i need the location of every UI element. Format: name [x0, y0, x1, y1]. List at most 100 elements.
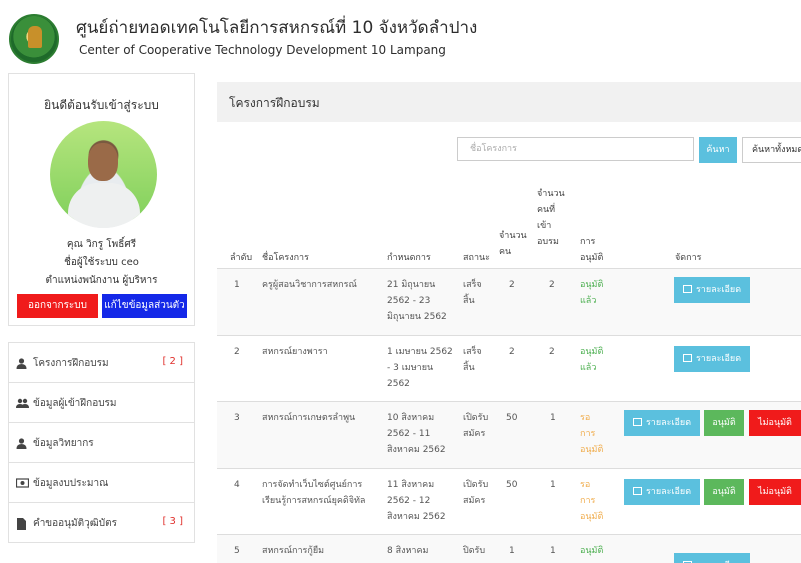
edit-icon — [632, 418, 642, 426]
cell-quota: 50 — [506, 480, 518, 490]
detail-button-label: รายละเอียด — [645, 487, 692, 497]
page-title: โครงการฝึกอบรม — [229, 96, 320, 110]
header-approval: การ อนุมัติ — [580, 237, 604, 263]
cell-no: 1 — [234, 280, 240, 290]
cell-attended: 1 — [550, 546, 556, 556]
edit-icon — [682, 354, 692, 362]
sidebar-item-label: ข้อมูลผู้เข้าฝึกอบรม — [33, 398, 117, 409]
cell-quota: 2 — [509, 347, 515, 357]
user-icon — [16, 358, 29, 369]
header-manage: จัดการ — [675, 253, 702, 263]
cell-status: เสร็จ สิ้น — [463, 347, 482, 373]
header-name: ชื่อโครงการ — [262, 253, 309, 263]
table-row: 1 ครูผู้สอนวิชาการสหกรณ์ 21 มิถุนายน 256… — [217, 268, 801, 335]
cell-quota: 2 — [509, 280, 515, 290]
user-role: ตำแหน่งพนักงาน ผู้บริหาร — [45, 275, 158, 286]
cell-name: สหกรณ์การเกษตรลำพูน — [262, 413, 356, 423]
header-no: ลำดับ — [230, 253, 253, 263]
cell-attended: 2 — [549, 347, 555, 357]
cell-quota: 50 — [506, 413, 518, 423]
user-icon — [16, 438, 29, 449]
sidebar-item-badge: [ 3 ] — [162, 516, 183, 527]
table-row: 2 สหกรณ์ยางพารา 1 เมษายน 2562 - 3 เมษายน… — [217, 335, 801, 401]
cell-approval: รอ การ อนุมัติ — [580, 480, 604, 522]
approve-button[interactable]: อนุมัติ — [704, 410, 744, 436]
cell-no: 5 — [234, 546, 240, 556]
detail-button[interactable]: รายละเอียด — [674, 277, 750, 303]
cell-name: สหกรณ์ยางพารา — [262, 347, 328, 357]
user-name: คุณ วิกรู โพธิ์ศรี — [66, 239, 137, 250]
money-icon — [15, 478, 30, 489]
welcome-panel: ยินดีต้อนรับเข้าสู่ระบบ คุณ วิกรู โพธิ์ศ… — [8, 73, 195, 326]
show-all-button[interactable]: ค้นหาทั้งหมด — [742, 137, 801, 163]
detail-button-label: รายละเอียด — [645, 418, 692, 428]
cell-attended: 1 — [550, 480, 556, 490]
avatar — [50, 121, 157, 228]
cell-no: 3 — [234, 413, 240, 423]
file-icon — [16, 518, 29, 530]
cell-quota: 1 — [509, 546, 515, 556]
cell-status: ปิดรับ — [463, 546, 486, 556]
cell-no: 2 — [234, 347, 240, 357]
edit-profile-button[interactable]: แก้ไขข้อมูลส่วนตัว — [102, 294, 187, 318]
cell-name: การจัดทำเว็บไซต์ศูนย์การ เรียนรู้การสหกร… — [262, 480, 366, 506]
detail-button-label: รายละเอียด — [695, 285, 742, 295]
table-header: ลำดับ ชื่อโครงการ กำหนดการ สถานะ จำนวน ค… — [217, 180, 801, 277]
edit-icon — [632, 487, 642, 495]
detail-button[interactable]: รายละเอียด — [674, 346, 750, 372]
sidebar-item-budget[interactable]: ข้อมูลงบประมาณ — [8, 462, 195, 503]
site-title: ศูนย์ถ่ายทอดเทคโนโลยีการสหกรณ์ที่ 10 จัง… — [76, 18, 478, 38]
cell-approval: รอ การ อนุมัติ — [580, 413, 604, 455]
header-schedule: กำหนดการ — [387, 253, 431, 263]
site-subtitle: Center of Cooperative Technology Develop… — [79, 43, 446, 57]
cell-status: เปิดรับ สมัคร — [463, 413, 489, 439]
sidebar-item-label: โครงการฝึกอบรม — [33, 358, 109, 369]
table-row: 3 สหกรณ์การเกษตรลำพูน 10 สิงหาคม 2562 - … — [217, 401, 801, 468]
sidebar-item-label: ข้อมูลงบประมาณ — [33, 478, 109, 489]
cell-attended: 1 — [550, 413, 556, 423]
header-quota: จำนวน คน — [499, 231, 527, 257]
reject-button[interactable]: ไม่อนุมัติ — [749, 479, 801, 505]
cell-schedule: 11 สิงหาคม 2562 - 12 สิงหาคม 2562 — [387, 480, 446, 522]
detail-button[interactable]: รายละเอียด — [624, 479, 700, 505]
sidebar-item-label: คำขออนุมัติวุฒิบัตร — [33, 518, 117, 529]
table-row: 5 สหกรณ์การกู้ยืม 8 สิงหาคม ปิดรับ 1 1 อ… — [217, 534, 801, 563]
sidebar-menu: โครงการฝึกอบรม [ 2 ] ข้อมูลผู้เข้าฝึกอบร… — [8, 342, 195, 543]
user-login: ชื่อผู้ใช้ระบบ ceo — [64, 257, 139, 268]
cell-name: สหกรณ์การกู้ยืม — [262, 546, 325, 556]
cell-schedule: 10 สิงหาคม 2562 - 11 สิงหาคม 2562 — [387, 413, 446, 455]
search-input[interactable] — [457, 137, 694, 161]
header-attended: จำนวน คนที่ เข้า อบรม — [537, 189, 565, 247]
detail-button[interactable]: รายละเอียด — [624, 410, 700, 436]
cell-schedule: 21 มิถุนายน 2562 - 23 มิถุนายน 2562 — [387, 280, 447, 322]
sidebar-item-training-projects[interactable]: โครงการฝึกอบรม [ 2 ] — [8, 342, 195, 383]
users-icon — [16, 398, 29, 409]
page-header: โครงการฝึกอบรม — [217, 82, 801, 122]
welcome-title: ยินดีต้อนรับเข้าสู่ระบบ — [44, 98, 159, 112]
sidebar-item-certificates[interactable]: คำขออนุมัติวุฒิบัตร [ 3 ] — [8, 502, 195, 543]
cell-attended: 2 — [549, 280, 555, 290]
sidebar-item-label: ข้อมูลวิทยากร — [33, 438, 94, 449]
edit-icon — [682, 285, 692, 293]
cell-status: เปิดรับ สมัคร — [463, 480, 489, 506]
approve-button[interactable]: อนุมัติ — [704, 479, 744, 505]
cell-schedule: 1 เมษายน 2562 - 3 เมษายน 2562 — [387, 347, 453, 389]
logo — [9, 14, 59, 64]
cell-no: 4 — [234, 480, 240, 490]
header-status: สถานะ — [463, 253, 490, 263]
search-button[interactable]: ค้นหา — [699, 137, 737, 163]
site-header: ศูนย์ถ่ายทอดเทคโนโลยีการสหกรณ์ที่ 10 จัง… — [0, 0, 801, 68]
cell-approval: อนุมัติ แล้ว — [580, 280, 604, 306]
sidebar-item-lecturers[interactable]: ข้อมูลวิทยากร — [8, 422, 195, 463]
reject-button[interactable]: ไม่อนุมัติ — [749, 410, 801, 436]
sidebar-item-trainees[interactable]: ข้อมูลผู้เข้าฝึกอบรม — [8, 382, 195, 423]
avatar-face — [88, 143, 118, 181]
cell-schedule: 8 สิงหาคม — [387, 546, 429, 556]
logout-button[interactable]: ออกจากระบบ — [17, 294, 98, 318]
cell-name: ครูผู้สอนวิชาการสหกรณ์ — [262, 280, 357, 290]
cell-approval: อนุมัติ — [580, 546, 604, 556]
sidebar-item-badge: [ 2 ] — [162, 356, 183, 367]
detail-button-label: รายละเอียด — [695, 354, 742, 364]
detail-button[interactable]: รายละเอียด — [674, 553, 750, 563]
cell-approval: อนุมัติ แล้ว — [580, 347, 604, 373]
